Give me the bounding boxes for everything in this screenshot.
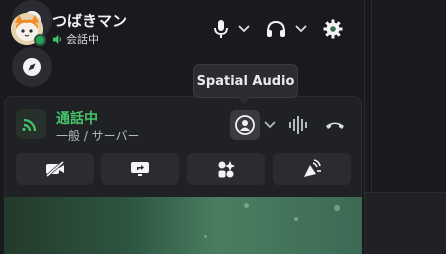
soundwave-icon bbox=[289, 116, 307, 134]
gear-icon bbox=[323, 19, 343, 39]
chevron-down-icon bbox=[264, 121, 276, 129]
spatial-audio-tooltip: Spatial Audio bbox=[193, 64, 298, 98]
online-status-indicator bbox=[34, 34, 46, 46]
chevron-down-icon bbox=[238, 25, 250, 33]
headphones-icon bbox=[267, 20, 285, 37]
hang-up-icon bbox=[326, 122, 344, 129]
voice-status: 通話中 bbox=[56, 111, 98, 127]
voice-connection-indicator[interactable] bbox=[16, 109, 46, 139]
user-status: 会話中 bbox=[52, 31, 99, 47]
voice-channel-name[interactable]: 一般 / サーバー bbox=[56, 127, 140, 144]
disconnect-button[interactable] bbox=[320, 110, 350, 140]
profile-effect-background bbox=[4, 197, 362, 254]
chat-area bbox=[365, 0, 446, 254]
user-status-text: 会話中 bbox=[66, 33, 99, 46]
user-panel bbox=[4, 197, 362, 254]
chat-input-bar bbox=[365, 192, 446, 254]
screen-share-button[interactable] bbox=[101, 153, 179, 185]
signal-bars-icon bbox=[22, 118, 37, 132]
mic-options-button[interactable] bbox=[235, 18, 253, 40]
username: つばきマン bbox=[52, 12, 128, 30]
spatial-audio-options-button[interactable] bbox=[260, 110, 280, 140]
speaker-icon bbox=[52, 34, 62, 44]
camera-off-icon bbox=[46, 160, 64, 178]
mute-button[interactable] bbox=[211, 18, 231, 40]
soundboard-button[interactable] bbox=[273, 153, 351, 185]
camera-toggle-button[interactable] bbox=[16, 153, 94, 185]
user-settings-button[interactable] bbox=[321, 18, 345, 40]
spatial-audio-button[interactable] bbox=[230, 110, 260, 140]
activities-button[interactable] bbox=[187, 153, 265, 185]
soundboard-icon bbox=[304, 159, 321, 177]
spatial-audio-icon bbox=[235, 115, 255, 135]
tooltip-arrow bbox=[237, 97, 251, 104]
audio-options-button[interactable] bbox=[292, 18, 310, 40]
screen-share-icon bbox=[131, 162, 149, 176]
microphone-icon bbox=[214, 20, 228, 38]
divider bbox=[371, 0, 372, 192]
activities-icon bbox=[218, 161, 235, 178]
voice-activity-button[interactable] bbox=[285, 110, 311, 140]
deafen-button[interactable] bbox=[264, 18, 288, 40]
chevron-down-icon bbox=[295, 25, 307, 33]
